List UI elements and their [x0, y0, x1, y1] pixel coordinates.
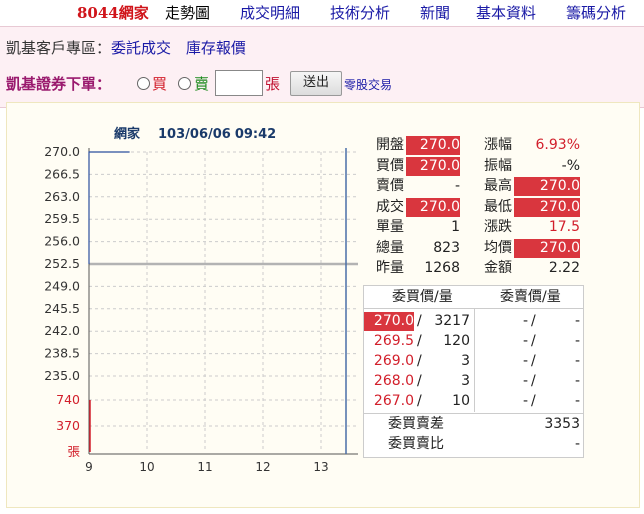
- bid-slash-3: /: [417, 373, 422, 389]
- quote-label-r-6: 金額: [484, 260, 512, 276]
- bid-volume-0: 3217: [434, 313, 470, 329]
- quote-label-r-1: 振幅: [484, 157, 512, 174]
- price-tick-0: 270.0: [44, 144, 80, 159]
- quote-label-r-4: 漲跌: [484, 219, 512, 235]
- bid-ask-diff-label: 委買賣差: [388, 416, 444, 432]
- price-line-0: [88, 151, 130, 264]
- ask-volume-0: -: [574, 313, 580, 329]
- quote-label-2: 賣價: [376, 178, 404, 194]
- ask-price-2: -: [522, 353, 528, 369]
- ask-price-1: -: [522, 333, 528, 349]
- bid-ask-diff-value: 3353: [544, 416, 580, 432]
- quote-value-1: 270.0: [406, 156, 460, 176]
- ob-col-divider: [474, 308, 475, 412]
- price-tick-3: 259.5: [44, 211, 80, 226]
- quote-label-4: 單量: [376, 219, 404, 235]
- ask-price-3: -: [522, 373, 528, 389]
- ask-slash-4: /: [531, 393, 536, 409]
- bid-slash-0: /: [417, 313, 422, 329]
- price-tick-9: 238.5: [44, 346, 80, 361]
- x-tick-9: 9: [85, 460, 93, 474]
- ob-summary-divider: [364, 413, 583, 414]
- bid-ask-ratio-label: 委買賣比: [388, 436, 444, 452]
- ask-slash-1: /: [531, 333, 536, 349]
- ask-header: 委賣價/量: [500, 289, 561, 305]
- bid-volume-3: 3: [461, 373, 470, 389]
- ask-slash-3: /: [531, 373, 536, 389]
- quote-label-1: 買價: [376, 157, 404, 174]
- bid-volume-1: 120: [443, 333, 470, 349]
- price-tick-1: 266.5: [44, 166, 80, 181]
- ask-volume-1: -: [574, 333, 580, 349]
- quote-value-2: -: [454, 178, 460, 194]
- quote-label-r-3: 最低: [484, 198, 512, 215]
- price-tick-8: 242.0: [44, 323, 80, 338]
- quote-value-5: 823: [433, 239, 460, 256]
- volume-tick-2: 張: [67, 444, 80, 459]
- quote-value-r-5: 270.0: [514, 238, 580, 258]
- bid-price-2: 269.0: [373, 353, 414, 369]
- quote-value-r-4: 17.5: [548, 219, 580, 235]
- x-tick-11: 11: [197, 460, 212, 474]
- ask-volume-4: -: [574, 393, 580, 409]
- bid-slash-4: /: [417, 393, 422, 409]
- ask-volume-2: -: [574, 353, 580, 369]
- order-book: 委買價/量 委賣價/量 270.0/3217- / -269.5/120- / -269…: [363, 285, 584, 458]
- bid-ask-ratio-value: -: [574, 436, 580, 452]
- quote-value-r-1: -%: [561, 157, 580, 174]
- ask-slash-2: /: [531, 353, 536, 369]
- volume-tick-1: 370: [56, 418, 80, 433]
- bid-volume-2: 3: [461, 353, 470, 369]
- bid-price-0: 270.0: [364, 312, 414, 331]
- quote-label-r-5: 均價: [484, 239, 512, 256]
- quote-value-6: 1268: [424, 260, 460, 276]
- x-tick-13: 13: [313, 460, 328, 474]
- x-tick-12: 12: [255, 460, 270, 474]
- quote-value-r-2: 270.0: [514, 177, 580, 196]
- price-tick-10: 235.0: [44, 368, 80, 383]
- quote-value-0: 270.0: [406, 136, 460, 155]
- quote-value-4: 1: [451, 219, 460, 235]
- bid-slash-2: /: [417, 353, 422, 369]
- bid-header: 委買價/量: [392, 289, 453, 305]
- quote-label-6: 昨量: [376, 260, 404, 276]
- quote-label-3: 成交: [376, 198, 404, 215]
- bid-price-4: 267.0: [373, 393, 414, 409]
- ask-price-4: -: [522, 393, 528, 409]
- ask-slash-0: /: [531, 313, 536, 329]
- price-tick-4: 256.0: [44, 234, 80, 249]
- price-tick-6: 249.0: [44, 278, 80, 293]
- quote-label-r-0: 漲幅: [484, 137, 512, 153]
- price-tick-2: 263.0: [44, 189, 80, 204]
- quote-value-3: 270.0: [406, 197, 460, 217]
- quote-label-r-2: 最高: [484, 178, 512, 194]
- quote-label-5: 總量: [376, 239, 404, 256]
- quote-value-r-6: 2.22: [548, 260, 580, 276]
- price-tick-7: 245.5: [44, 301, 80, 316]
- quote-label-0: 開盤: [376, 137, 404, 153]
- ask-price-0: -: [522, 313, 528, 329]
- x-tick-10: 10: [139, 460, 154, 474]
- volume-tick-0: 740: [56, 392, 80, 407]
- bid-price-3: 268.0: [373, 373, 414, 389]
- ask-volume-3: -: [574, 373, 580, 389]
- quote-value-r-3: 270.0: [514, 197, 580, 217]
- bid-volume-4: 10: [452, 393, 470, 409]
- bid-price-1: 269.5: [373, 333, 414, 349]
- quote-value-r-0: 6.93%: [535, 137, 580, 153]
- price-tick-5: 252.5: [44, 256, 80, 271]
- bid-slash-1: /: [417, 333, 422, 349]
